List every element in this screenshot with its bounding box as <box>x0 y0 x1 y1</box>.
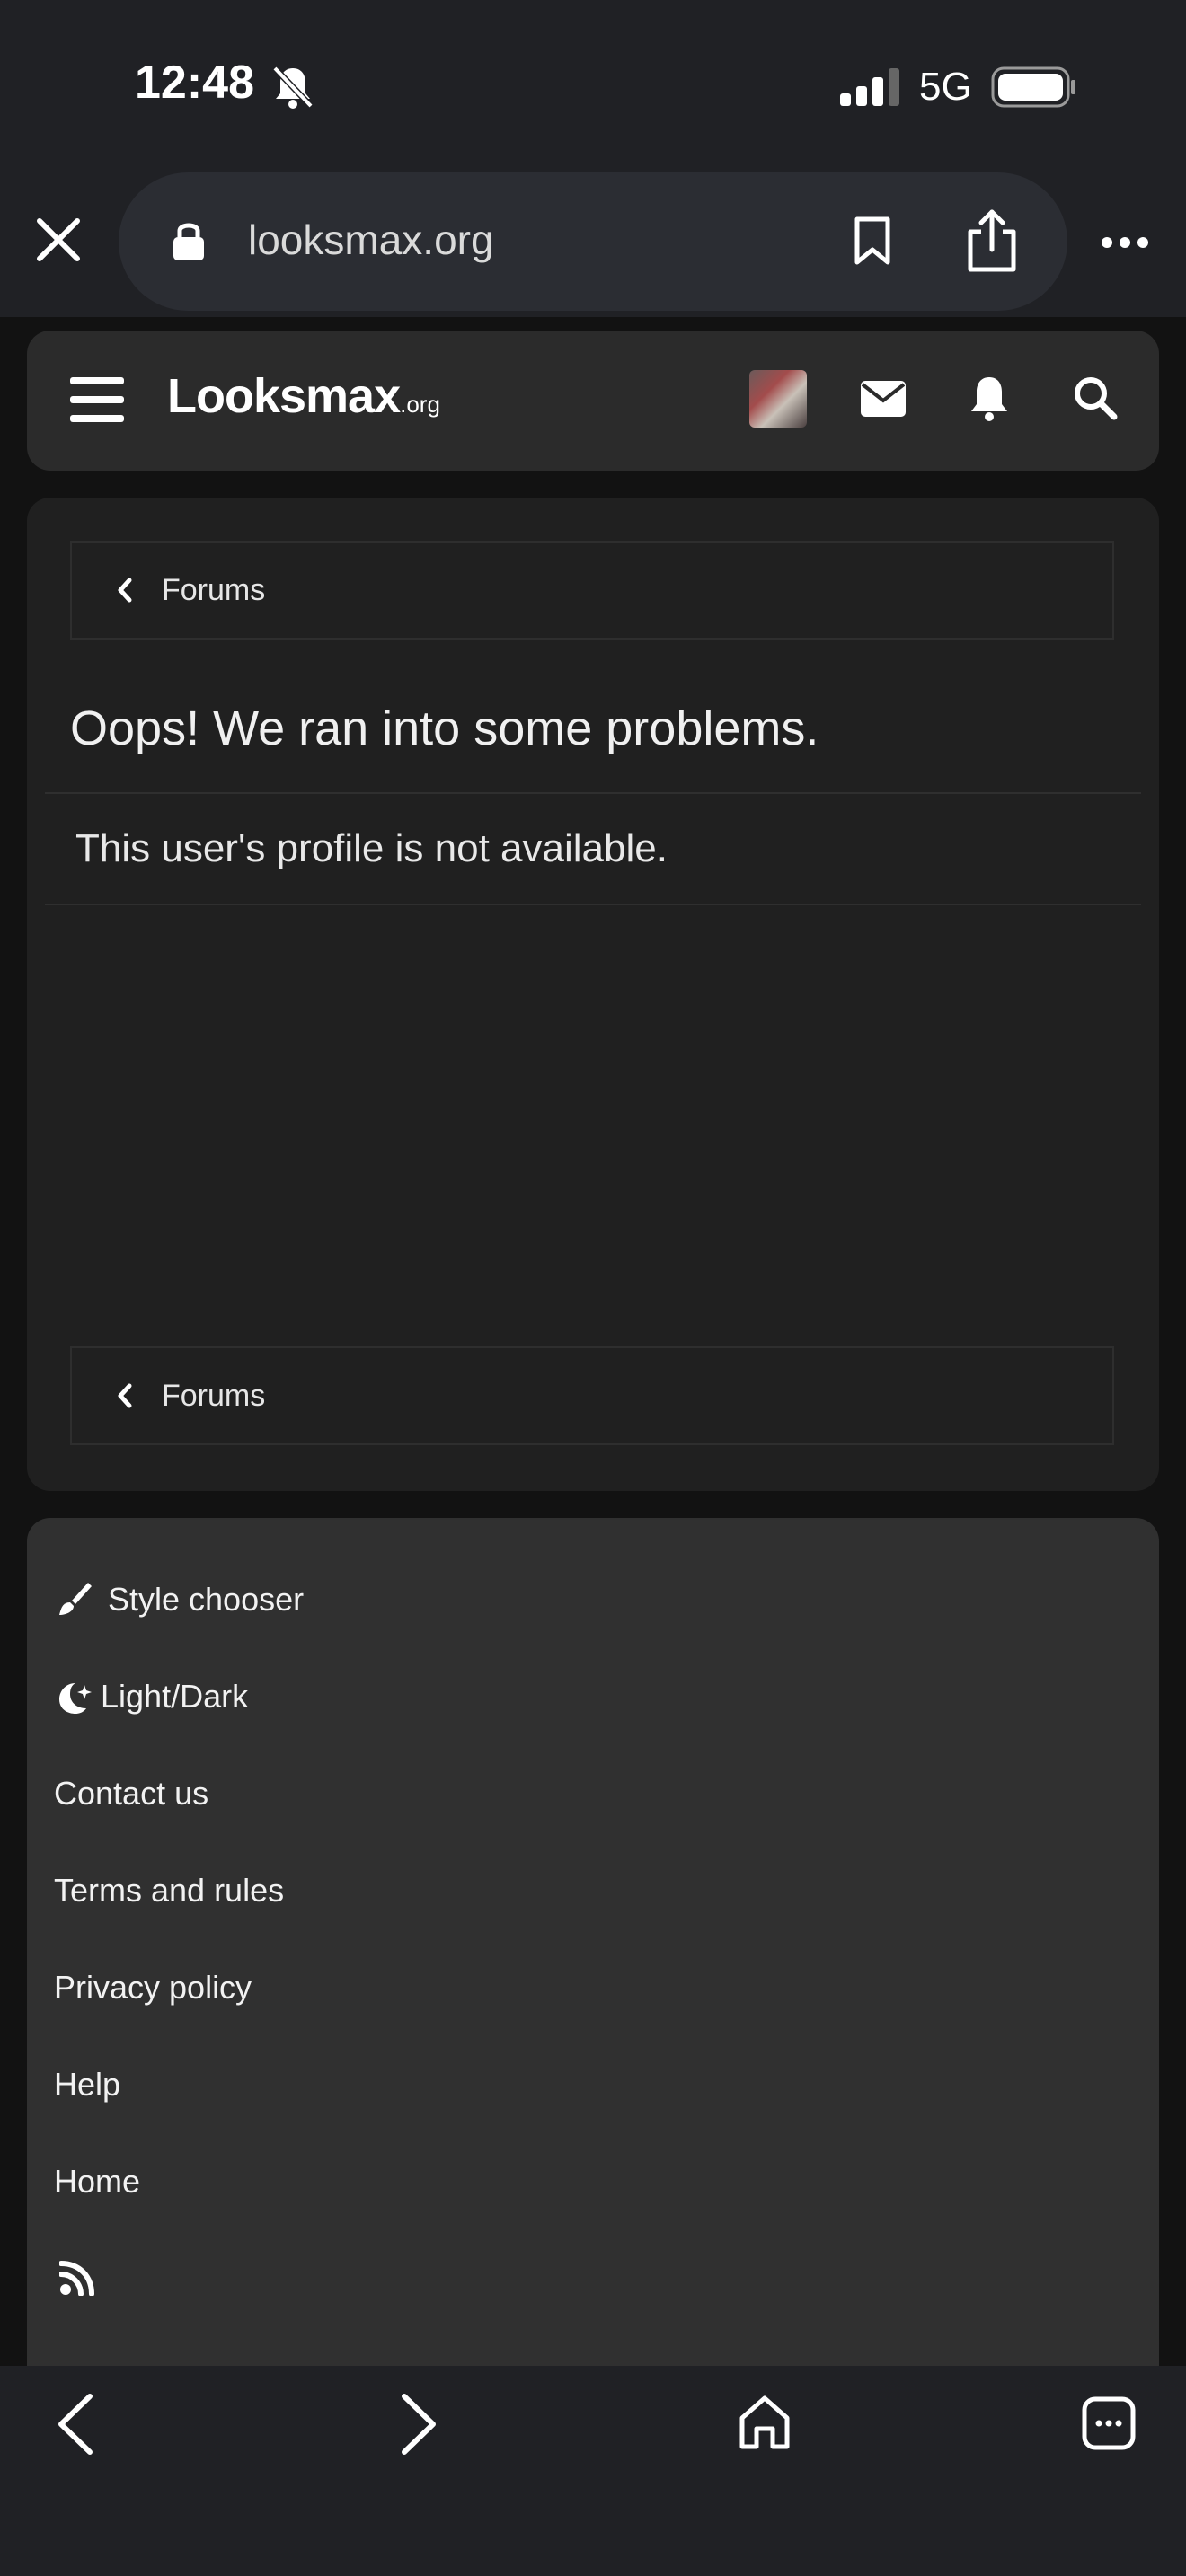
forward-icon[interactable] <box>399 2393 438 2456</box>
site-logo[interactable]: Looksmax.org <box>167 368 440 424</box>
brush-icon <box>59 1583 92 1615</box>
tabs-icon[interactable] <box>1082 2396 1136 2450</box>
contact-us-link[interactable]: Contact us <box>54 1775 208 1813</box>
chevron-left-icon <box>118 578 132 603</box>
signal-icon <box>840 68 899 106</box>
search-icon[interactable] <box>1073 375 1118 420</box>
logo-main: Looksmax <box>167 369 401 423</box>
main-panel <box>27 498 1159 1491</box>
menu-icon[interactable] <box>70 375 124 424</box>
error-message: This user's profile is not available. <box>75 826 668 870</box>
mail-icon[interactable] <box>861 381 906 417</box>
network-type: 5G <box>919 65 972 109</box>
back-icon[interactable] <box>56 2393 95 2456</box>
divider <box>45 792 1141 794</box>
status-time: 12:48 <box>135 57 254 109</box>
logo-suffix: .org <box>400 391 440 418</box>
battery-icon <box>991 66 1075 108</box>
breadcrumb-forums-label: Forums <box>162 573 266 607</box>
share-icon[interactable] <box>965 208 1019 273</box>
breadcrumb[interactable]: Forums <box>70 541 1114 640</box>
chevron-left-icon <box>118 1383 132 1408</box>
bell-off-icon <box>272 66 314 109</box>
privacy-link[interactable]: Privacy policy <box>54 1969 252 2007</box>
page-title: Oops! We ran into some problems. <box>70 701 819 755</box>
bookmark-icon[interactable] <box>852 216 893 266</box>
more-icon[interactable] <box>1100 235 1150 250</box>
light-dark-toggle[interactable]: Light/Dark <box>101 1678 248 1716</box>
breadcrumb-bottom[interactable]: Forums <box>70 1346 1114 1445</box>
avatar[interactable] <box>749 370 807 428</box>
help-link[interactable]: Help <box>54 2066 120 2104</box>
url-text[interactable]: looksmax.org <box>248 216 494 264</box>
style-chooser-link[interactable]: Style chooser <box>108 1581 304 1619</box>
close-icon[interactable] <box>34 216 83 264</box>
divider <box>45 904 1141 905</box>
lock-icon <box>173 223 204 260</box>
home-icon[interactable] <box>739 2395 791 2450</box>
browser-bottom-toolbar <box>0 2366 1186 2576</box>
home-link[interactable]: Home <box>54 2163 140 2201</box>
rss-icon[interactable] <box>59 2260 95 2296</box>
breadcrumb-forums-label: Forums <box>162 1379 266 1413</box>
terms-link[interactable]: Terms and rules <box>54 1872 284 1910</box>
moon-icon <box>59 1683 92 1714</box>
bell-icon[interactable] <box>969 375 1010 422</box>
